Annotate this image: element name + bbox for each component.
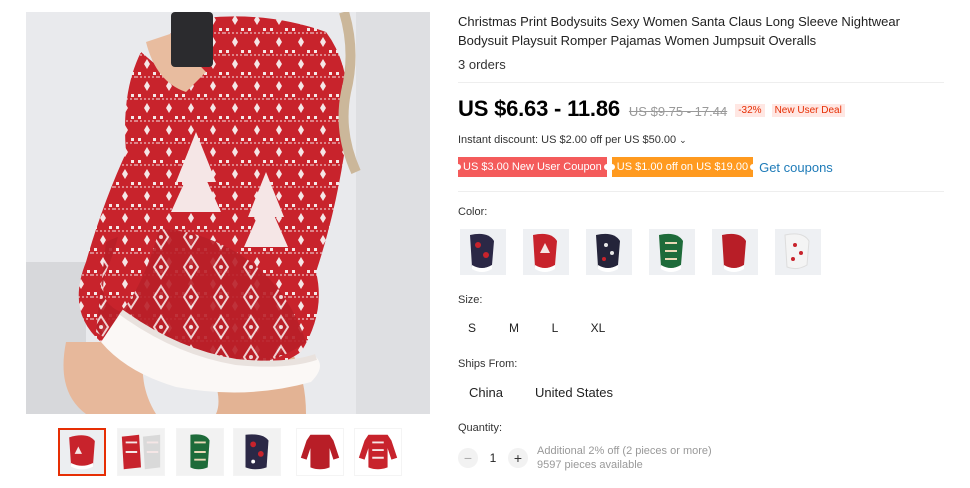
chevron-down-icon[interactable]: ⌄	[679, 135, 687, 145]
divider	[458, 82, 944, 83]
new-user-deal-badge: New User Deal	[771, 104, 845, 117]
ships-from-china[interactable]: China	[464, 385, 508, 400]
thumbnail-6[interactable]	[354, 428, 402, 476]
new-user-coupon[interactable]: US $3.00 New User Coupon	[455, 157, 610, 177]
thumbnail-strip	[58, 428, 418, 478]
size-option-s[interactable]: S	[462, 321, 482, 335]
get-coupons-link[interactable]: Get coupons	[759, 160, 833, 175]
coupon-row: US $3.00 New User Coupon US $1.00 off on…	[455, 157, 833, 177]
product-info: Christmas Print Bodysuits Sexy Women San…	[458, 12, 950, 75]
color-swatch-navy-snowflake[interactable]	[586, 229, 632, 275]
decrease-quantity-button[interactable]: −	[458, 448, 478, 468]
original-price: US $9.75 - 17.44	[628, 104, 728, 119]
order-count: 3 orders	[458, 57, 506, 72]
color-swatch-red-christmas-tree[interactable]	[523, 229, 569, 275]
color-swatch-green-reindeer[interactable]	[649, 229, 695, 275]
color-swatch-white-snowflake[interactable]	[775, 229, 821, 275]
quantity-info: Additional 2% off (2 pieces or more) 959…	[537, 444, 712, 472]
quantity-stepper: − 1 +	[458, 446, 528, 470]
size-option-m[interactable]: M	[503, 321, 525, 335]
size-option-xl[interactable]: XL	[586, 321, 610, 335]
color-label: Color:	[458, 206, 488, 218]
instant-discount[interactable]: Instant discount: US $2.00 off per US $5…	[458, 134, 687, 146]
current-price: US $6.63 - 11.86	[458, 96, 620, 121]
quantity-input[interactable]: 1	[478, 451, 508, 465]
product-title: Christmas Print Bodysuits Sexy Women San…	[458, 14, 900, 48]
main-product-image[interactable]	[26, 12, 430, 414]
thumbnail-3[interactable]	[176, 428, 224, 476]
ships-from-united-states[interactable]: United States	[530, 385, 618, 400]
product-photo	[26, 12, 430, 414]
quantity-label: Quantity:	[458, 422, 503, 434]
ships-from-label: Ships From:	[458, 358, 518, 370]
price-row: US $6.63 - 11.86 US $9.75 - 17.44 -32% N…	[458, 96, 845, 122]
color-swatch-red-plain[interactable]	[712, 229, 758, 275]
thumbnail-2[interactable]	[117, 428, 165, 476]
instant-discount-text: Instant discount: US $2.00 off per US $5…	[458, 134, 677, 146]
size-label: Size:	[458, 294, 483, 306]
store-coupon[interactable]: US $1.00 off on US $19.00	[608, 157, 757, 177]
stock-available: 9597 pieces available	[537, 459, 643, 471]
size-option-l[interactable]: L	[545, 321, 565, 335]
divider	[458, 191, 944, 192]
thumbnail-1[interactable]	[58, 428, 106, 476]
discount-badge: -32%	[735, 104, 765, 117]
increase-quantity-button[interactable]: +	[508, 448, 528, 468]
thumbnail-4[interactable]	[233, 428, 281, 476]
color-swatch-navy-reindeer[interactable]	[460, 229, 506, 275]
thumbnail-5[interactable]	[296, 428, 344, 476]
bulk-discount-note: Additional 2% off (2 pieces or more)	[537, 445, 712, 457]
